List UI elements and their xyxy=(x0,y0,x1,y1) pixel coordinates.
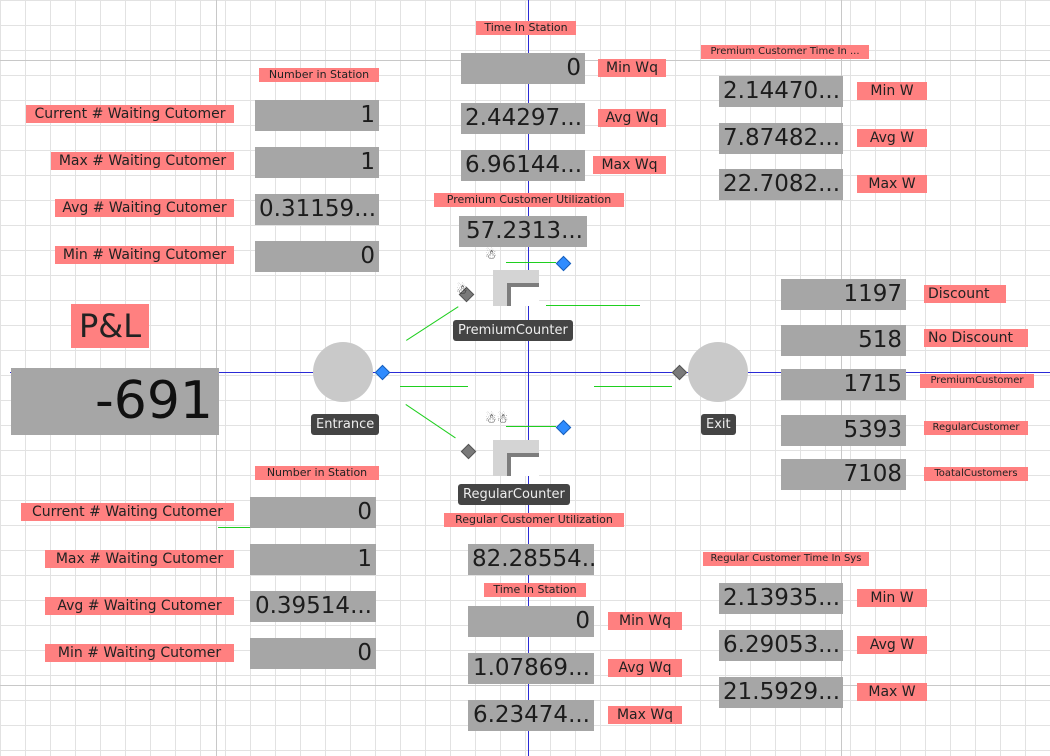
regular-max-w-value[interactable]: 21.5929... xyxy=(719,677,843,708)
output-port-icon[interactable] xyxy=(555,255,572,272)
premium-avg-waiting-value[interactable]: 0.31159... xyxy=(255,194,379,225)
people-queue-icon: ☃☃ xyxy=(485,412,509,427)
pl-label: P&L xyxy=(71,304,149,348)
connector-line xyxy=(405,404,456,439)
regular-time-in-station-title: Time In Station xyxy=(484,583,586,597)
output-port-icon[interactable] xyxy=(555,419,572,436)
connector-line xyxy=(506,262,556,263)
entrance-node[interactable] xyxy=(313,342,373,402)
people-queue-icon: ☃ xyxy=(485,248,497,263)
regular-utilization-value[interactable]: 82.28554... xyxy=(468,544,594,575)
regular-avg-wq-value[interactable]: 1.07869... xyxy=(468,653,594,684)
premium-min-w-value[interactable]: 2.14470... xyxy=(719,76,843,107)
premium-max-w-value[interactable]: 22.7082... xyxy=(719,169,843,200)
regular-max-waiting-label: Max # Waiting Cutomer xyxy=(45,550,234,568)
premium-min-wq-label: Min Wq xyxy=(598,59,666,77)
regular-avg-wq-label: Avg Wq xyxy=(608,659,682,677)
premium-current-waiting-value[interactable]: 1 xyxy=(255,100,379,131)
regular-avg-waiting-label: Avg # Waiting Cutomer xyxy=(45,597,234,615)
connector-line xyxy=(594,386,672,387)
premium-utilization-value[interactable]: 57.2313... xyxy=(459,216,587,247)
exit-tag: Exit xyxy=(701,414,736,435)
premium-time-in-station-title: Time In Station xyxy=(476,21,576,35)
regular-current-waiting-label: Current # Waiting Cutomer xyxy=(21,503,234,521)
regular-max-wq-value[interactable]: 6.23474... xyxy=(468,700,594,731)
regular-max-wq-label: Max Wq xyxy=(608,706,682,724)
premium-avg-w-value[interactable]: 7.87482... xyxy=(719,123,843,154)
regular-avg-w-label: Avg W xyxy=(857,636,927,654)
regular-min-w-label: Min W xyxy=(857,589,927,607)
no-discount-count-label: No Discount xyxy=(924,329,1028,347)
premium-time-in-sys-title: Premium Customer Time In ... xyxy=(701,45,869,59)
regular-min-w-value[interactable]: 2.13935... xyxy=(719,583,843,614)
connector-line xyxy=(400,386,468,387)
input-port-icon[interactable] xyxy=(460,443,477,460)
regular-avg-waiting-value[interactable]: 0.39514... xyxy=(250,591,376,622)
connector-line xyxy=(218,527,250,528)
premium-avg-waiting-label: Avg # Waiting Cutomer xyxy=(55,199,234,217)
premium-max-wq-value[interactable]: 6.96144... xyxy=(461,150,585,181)
premium-customer-count-value[interactable]: 1715 xyxy=(781,369,906,400)
premium-avg-w-label: Avg W xyxy=(857,129,927,147)
regular-min-waiting-value[interactable]: 0 xyxy=(250,638,376,669)
premium-counter-tag: PremiumCounter xyxy=(453,320,573,341)
premium-counter-server[interactable] xyxy=(493,270,539,306)
discount-count-label: Discount xyxy=(924,285,1006,303)
regular-customer-count-label: RegularCustomer xyxy=(924,421,1028,435)
premium-avg-wq-value[interactable]: 2.44297... xyxy=(461,103,585,134)
premium-min-waiting-value[interactable]: 0 xyxy=(255,241,379,272)
regular-avg-w-value[interactable]: 6.29053... xyxy=(719,630,843,661)
total-customers-count-label: ToatalCustomers xyxy=(924,467,1028,481)
regular-time-in-sys-title: Regular Customer Time In Sys xyxy=(703,552,869,566)
pl-value[interactable]: -691 xyxy=(11,368,219,435)
exit-node[interactable] xyxy=(688,342,748,402)
premium-min-wq-value[interactable]: 0 xyxy=(461,53,585,84)
premium-max-waiting-value[interactable]: 1 xyxy=(255,147,379,178)
regular-max-w-label: Max W xyxy=(857,683,927,701)
output-port-icon[interactable] xyxy=(374,364,391,381)
regular-min-wq-value[interactable]: 0 xyxy=(468,606,594,637)
premium-avg-wq-label: Avg Wq xyxy=(598,109,666,127)
regular-counter-tag: RegularCounter xyxy=(458,484,570,505)
premium-current-waiting-label: Current # Waiting Cutomer xyxy=(26,105,234,123)
premium-max-waiting-label: Max # Waiting Cutomer xyxy=(51,152,234,170)
regular-number-in-station-title: Number in Station xyxy=(255,466,379,480)
regular-min-waiting-label: Min # Waiting Cutomer xyxy=(45,644,234,662)
premium-utilization-title: Premium Customer Utilization xyxy=(434,193,624,207)
premium-max-wq-label: Max Wq xyxy=(593,156,666,174)
regular-utilization-title: Regular Customer Utilization xyxy=(444,513,624,527)
no-discount-count-value[interactable]: 518 xyxy=(781,325,906,356)
regular-max-waiting-value[interactable]: 1 xyxy=(250,544,376,575)
premium-min-waiting-label: Min # Waiting Cutomer xyxy=(55,246,234,264)
input-port-icon[interactable] xyxy=(671,364,688,381)
total-customers-count-value[interactable]: 7108 xyxy=(781,459,906,490)
people-queue-icon: ☃ xyxy=(456,283,468,298)
connector-line xyxy=(406,306,459,341)
connector-line xyxy=(546,305,640,306)
regular-current-waiting-value[interactable]: 0 xyxy=(250,497,376,528)
connector-line xyxy=(506,426,556,427)
regular-min-wq-label: Min Wq xyxy=(608,612,682,630)
premium-number-in-station-title: Number in Station xyxy=(259,68,379,82)
regular-customer-count-value[interactable]: 5393 xyxy=(781,415,906,446)
discount-count-value[interactable]: 1197 xyxy=(781,279,906,310)
regular-counter-server[interactable] xyxy=(493,440,539,476)
premium-max-w-label: Max W xyxy=(857,175,927,193)
entrance-tag: Entrance xyxy=(311,414,380,435)
premium-customer-count-label: PremiumCustomer xyxy=(920,374,1034,388)
premium-min-w-label: Min W xyxy=(857,82,927,100)
